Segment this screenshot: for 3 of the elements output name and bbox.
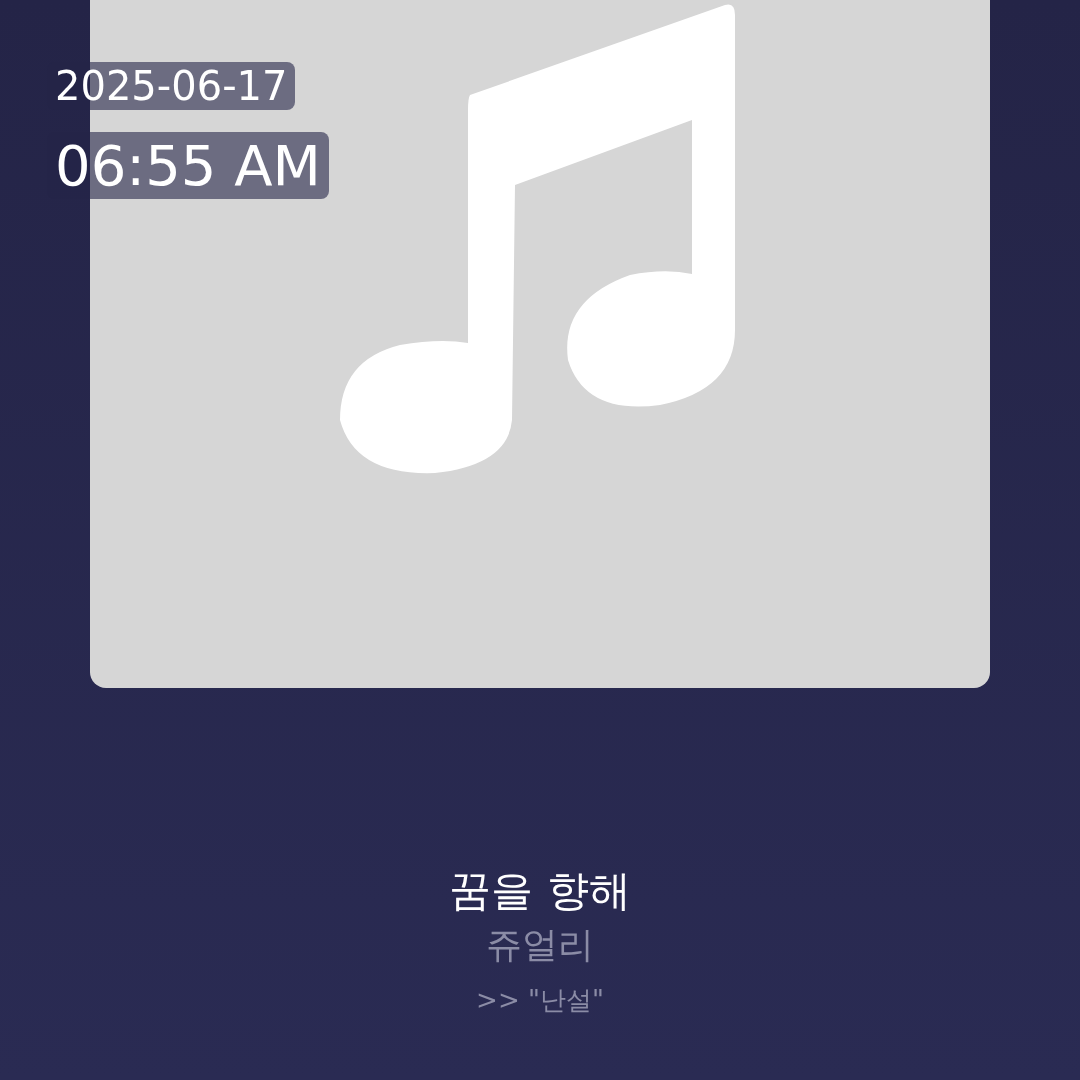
artist-name: 쥬얼리 <box>486 923 594 968</box>
song-title: 꿈을 향해 <box>449 866 631 917</box>
lyric-line: >> "난설" <box>476 985 604 1017</box>
